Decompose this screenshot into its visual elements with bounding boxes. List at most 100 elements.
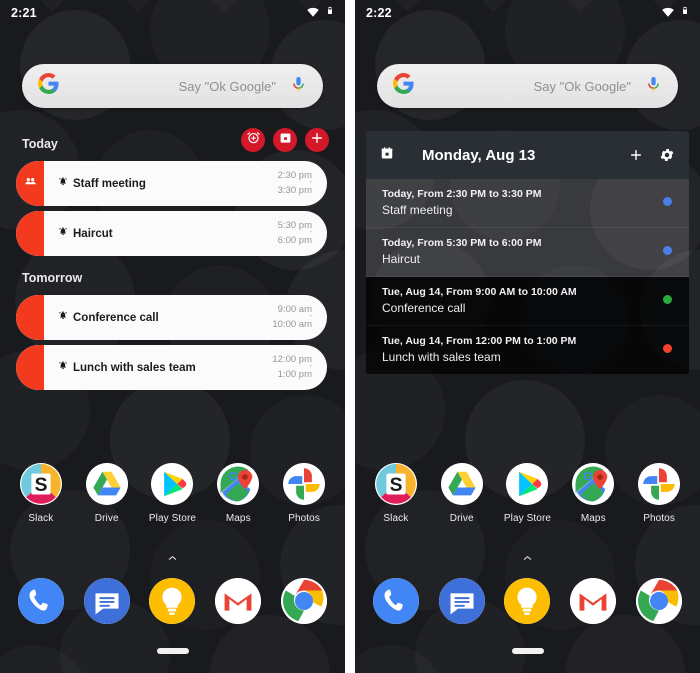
search-input[interactable]: Say "Ok Google" [59,79,290,94]
dock-icon-gmail[interactable] [215,578,262,624]
dock-icon-phone[interactable] [17,578,64,624]
dock-icon-keep[interactable] [149,578,196,624]
event-title-wrap: Haircut [58,227,113,240]
wifi-icon [661,4,675,22]
status-icons [661,4,689,22]
dock-icon-phone[interactable] [372,578,419,624]
panel-divider [345,0,355,673]
microphone-icon[interactable] [290,74,307,99]
google-photos-icon [638,463,681,505]
dock-icon-messages[interactable] [438,578,485,624]
agenda-event-row[interactable]: Conference call 9:00 am -10:00 am [16,295,327,340]
home-gesture-pill[interactable] [511,648,544,654]
event-start-time: 9:00 am [277,303,312,315]
app-icon-slack[interactable]: S Slack [12,463,70,524]
app-drawer-chevron[interactable] [0,549,345,567]
google-search-bar[interactable]: Say "Ok Google" [22,64,323,108]
dock-icon-chrome[interactable] [281,578,328,624]
plus-icon [310,131,324,150]
app-icon-play-store[interactable]: Play Store [498,463,556,524]
calendar-color-dot [663,295,672,304]
new-item-button[interactable] [305,128,329,152]
app-icon-photos[interactable]: Photos [630,463,688,524]
app-icon-maps[interactable]: G Maps [209,463,267,524]
calendar-widget-date: Monday, Aug 13 [422,146,536,164]
search-input[interactable]: Say "Ok Google" [414,79,645,94]
app-icon-photos[interactable]: Photos [275,463,333,524]
app-label: Slack [383,513,409,524]
agenda-group-header: Tomorrow [0,266,345,290]
dock [0,578,345,624]
calendar-event-row[interactable]: Tue, Aug 14, From 12:00 PM to 1:00 PM Lun… [366,326,689,374]
svg-text:S: S [34,475,47,496]
calendar-event-row[interactable]: Tue, Aug 14, From 9:00 AM to 10:00 AM Con… [366,277,689,326]
app-label: Maps [580,513,606,524]
app-label: Play Store [503,513,552,524]
google-g-icon [38,73,59,99]
calendar-event-title: Haircut [382,252,421,266]
calendar-color-dot [663,197,672,206]
app-icon-slack[interactable]: S Slack [367,463,425,524]
calendar-event-row[interactable]: Today, From 5:30 PM to 6:00 PM Haircut [366,228,689,277]
dock-icon-chrome[interactable] [636,578,683,624]
event-title: Conference call [73,311,159,324]
svg-text:S: S [389,475,402,496]
dock-icon-messages[interactable] [83,578,130,624]
gear-icon[interactable] [659,147,675,163]
add-event-button[interactable] [629,148,643,162]
app-drawer-chevron[interactable] [355,549,700,567]
agenda-group-label: Today [22,137,58,151]
calendar-widget: Monday, Aug 13 Today, From 2:30 PM to 3:3… [366,131,689,374]
alarm-bell-icon [58,361,68,374]
slack-icon: S [19,463,62,505]
battery-icon [681,4,689,22]
event-time: 2:30 pm -3:30 pm [278,161,312,206]
alarm-add-icon [246,130,261,150]
app-label: Photos [288,513,320,524]
app-icon-maps[interactable]: G Maps [564,463,622,524]
event-title: Staff meeting [73,177,146,190]
dock-icon-keep[interactable] [504,578,551,624]
event-end-time: 3:30 pm [277,184,312,196]
dock-icon-gmail[interactable] [570,578,617,624]
event-start-time: 12:00 pm [272,353,312,365]
wifi-icon [306,4,320,22]
agenda-event-row[interactable]: Haircut 5:30 pm -6:00 pm [16,211,327,256]
google-drive-icon [440,463,483,505]
calendar-event-when: Today, From 5:30 PM to 6:00 PM [382,237,542,249]
calendar-event-title: Staff meeting [382,203,453,217]
event-color-stripe [16,211,44,256]
event-title-wrap: Staff meeting [58,177,146,190]
alarm-bell-icon [58,177,68,190]
event-time: 12:00 pm -1:00 pm [272,345,312,390]
app-icon-play-store[interactable]: Play Store [143,463,201,524]
app-icon-drive[interactable]: Drive [78,463,136,524]
app-label: Play Store [148,513,197,524]
status-clock: 2:22 [366,6,392,20]
event-end-time: 1:00 pm [277,368,312,380]
alarm-bell-icon [58,311,68,324]
event-color-stripe [16,345,44,390]
home-gesture-pill[interactable] [156,648,189,654]
agenda-group-label: Tomorrow [22,271,83,285]
agenda-event-row[interactable]: Staff meeting 2:30 pm -3:30 pm [16,161,327,206]
app-icon-drive[interactable]: Drive [433,463,491,524]
play-store-icon [151,463,194,505]
add-alarm-button[interactable] [241,128,265,152]
calendar-icon[interactable] [380,146,394,165]
calendar-icon [279,131,292,149]
google-maps-icon: G [572,463,615,505]
calendar-event-row[interactable]: Today, From 2:30 PM to 3:30 PM Staff meet… [366,179,689,228]
event-time: 5:30 pm -6:00 pm [278,211,312,256]
group-people-icon [24,175,37,193]
google-search-bar[interactable]: Say "Ok Google" [377,64,678,108]
status-bar: 2:21 [0,0,345,26]
app-label: Maps [225,513,251,524]
agenda-event-row[interactable]: Lunch with sales team 12:00 pm -1:00 pm [16,345,327,390]
event-end-time: 6:00 pm [277,234,312,246]
add-event-button[interactable] [273,128,297,152]
app-label: Slack [28,513,54,524]
svg-text:G: G [229,470,239,484]
microphone-icon[interactable] [645,74,662,99]
calendar-event-title: Lunch with sales team [382,350,501,364]
